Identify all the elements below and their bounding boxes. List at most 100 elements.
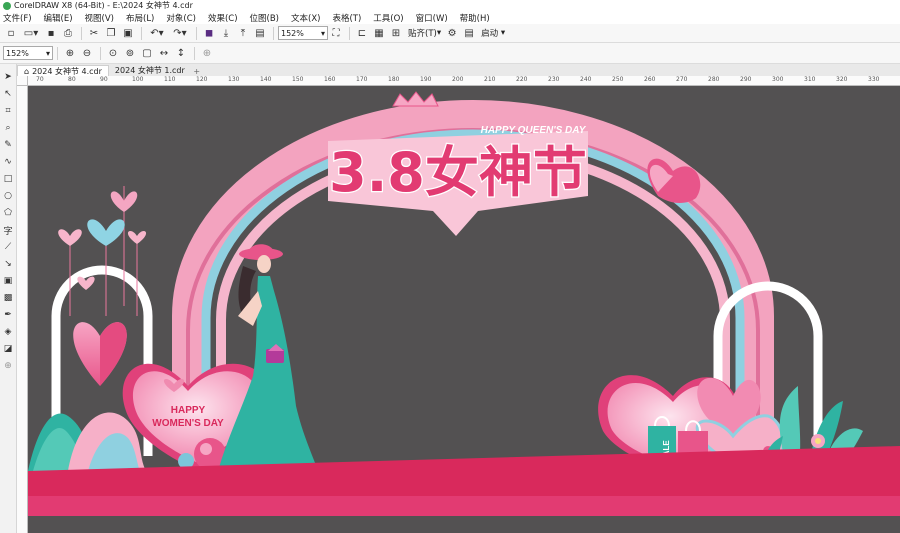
zoom-to-page-height-icon[interactable]: ↕ [173, 46, 189, 61]
toolbar-separator [141, 26, 142, 40]
launch-dropdown[interactable]: 启动 ▾ [481, 27, 505, 39]
import-icon[interactable]: ⤓ [218, 26, 234, 41]
freehand-tool-icon[interactable]: ✎ [1, 138, 15, 152]
propbar-separator [194, 46, 195, 60]
zoom-level-value: 152% [281, 28, 304, 38]
ruler-origin[interactable] [17, 76, 28, 86]
zoom-levels-select[interactable]: 152% ▾ [3, 46, 53, 60]
drop-shadow-tool-icon[interactable]: ▣ [1, 274, 15, 288]
full-screen-icon[interactable]: ⛶ [328, 26, 344, 41]
zoom-levels-value: 152% [6, 48, 29, 58]
menu-object[interactable]: 对象(C) [166, 12, 196, 24]
ruler-tick-label: 120 [196, 76, 208, 83]
show-rulers-icon[interactable]: ⊏ [354, 26, 370, 41]
menu-file[interactable]: 文件(F) [3, 12, 32, 24]
menu-tools[interactable]: 工具(O) [373, 12, 403, 24]
export-icon[interactable]: ⤒ [235, 26, 251, 41]
transparency-tool-icon[interactable]: ▩ [1, 291, 15, 305]
save-icon[interactable]: ▪ [43, 26, 59, 41]
application-launcher-icon[interactable]: ▤ [461, 26, 477, 41]
drawing-canvas[interactable]: HAPPY WOMEN'S DAY 3.8女神节 HAPPY QUEEN'S D… [28, 86, 900, 533]
search-content-icon[interactable]: ◼ [201, 26, 217, 41]
artwork[interactable]: HAPPY WOMEN'S DAY 3.8女神节 HAPPY QUEEN'S D… [28, 86, 900, 533]
toolbox: ➤ ↖ ⌗ ⌕ ✎ ∿ □ ○ ⬠ 字 ⟋ ↘ ▣ ▩ ✒ ◈ ◪ ⊕ [0, 64, 17, 533]
shape-tool-icon[interactable]: ↖ [1, 87, 15, 101]
ruler-tick-label: 220 [516, 76, 528, 83]
zoom-to-selected-icon[interactable]: ⊙ [105, 46, 121, 61]
ruler-tick-label: 90 [100, 76, 108, 83]
zoom-in-icon[interactable]: ⊕ [62, 46, 78, 61]
menu-edit[interactable]: 编辑(E) [44, 12, 73, 24]
toolbar-separator [81, 26, 82, 40]
crop-tool-icon[interactable]: ⌗ [1, 104, 15, 118]
chevron-down-icon: ▾ [45, 48, 50, 58]
ruler-tick-label: 250 [612, 76, 624, 83]
ruler-tick-label: 200 [452, 76, 464, 83]
publish-pdf-icon[interactable]: ▤ [252, 26, 268, 41]
interactive-fill-tool-icon[interactable]: ◈ [1, 325, 15, 339]
menu-window[interactable]: 窗口(W) [416, 12, 448, 24]
menu-help[interactable]: 帮助(H) [460, 12, 490, 24]
menu-text[interactable]: 文本(X) [291, 12, 320, 24]
vertical-ruler[interactable] [17, 86, 28, 533]
home-icon: ⌂ [24, 66, 30, 76]
cut-icon[interactable]: ✂ [86, 26, 102, 41]
ruler-tick-label: 270 [676, 76, 688, 83]
ruler-tick-label: 190 [420, 76, 432, 83]
ruler-tick-label: 140 [260, 76, 272, 83]
tab-document-1[interactable]: 2024 女神节 1.cdr [109, 65, 191, 76]
ruler-tick-label: 180 [388, 76, 400, 83]
zoom-to-page-width-icon[interactable]: ↔ [156, 46, 172, 61]
rectangle-tool-icon[interactable]: □ [1, 172, 15, 186]
snap-to-dropdown[interactable]: 贴齐(T) ▾ [408, 27, 441, 39]
show-guidelines-icon[interactable]: ⊞ [388, 26, 404, 41]
window-title: CorelDRAW X8 (64-Bit) - E:\2024 女神节 4.cd… [14, 1, 193, 10]
smart-fill-tool-icon[interactable]: ◪ [1, 342, 15, 356]
open-document-icon[interactable]: ▭▾ [20, 26, 42, 41]
ellipse-tool-icon[interactable]: ○ [1, 189, 15, 203]
new-document-icon[interactable]: ▫ [3, 26, 19, 41]
left-hills[interactable] [28, 412, 146, 471]
connector-tool-icon[interactable]: ↘ [1, 257, 15, 271]
ruler-tick-label: 130 [228, 76, 240, 83]
zoom-out-icon[interactable]: ⊖ [79, 46, 95, 61]
horizontal-ruler[interactable]: 70 80 90 100 110 120 130 140 150 160 170 180 190 200 2… [28, 76, 900, 86]
undo-icon[interactable]: ↶▾ [146, 26, 168, 41]
propbar-separator [57, 46, 58, 60]
text-tool-icon[interactable]: 字 [1, 223, 15, 237]
menu-table[interactable]: 表格(T) [332, 12, 361, 24]
zoom-to-all-objects-icon[interactable]: ⊚ [122, 46, 138, 61]
add-icon[interactable]: ⊕ [199, 46, 215, 61]
snap-to-label: 贴齐(T) [408, 29, 437, 39]
new-tab-icon[interactable]: + [191, 66, 203, 76]
zoom-to-page-icon[interactable]: ▢ [139, 46, 155, 61]
paste-icon[interactable]: ▣ [120, 26, 136, 41]
parallel-dimension-tool-icon[interactable]: ⟋ [1, 240, 15, 254]
stage-base [28, 516, 900, 533]
menu-layout[interactable]: 布局(L) [126, 12, 154, 24]
show-grid-icon[interactable]: ▦ [371, 26, 387, 41]
copy-icon[interactable]: ❐ [103, 26, 119, 41]
color-eyedropper-tool-icon[interactable]: ✒ [1, 308, 15, 322]
zoom-level-select[interactable]: 152% ▾ [278, 26, 328, 40]
add-tool-icon[interactable]: ⊕ [1, 359, 15, 373]
stage-front [28, 496, 900, 516]
ruler-tick-label: 70 [36, 76, 44, 83]
menu-effects[interactable]: 效果(C) [208, 12, 238, 24]
options-gear-icon[interactable]: ⚙ [444, 26, 460, 41]
pick-tool-icon[interactable]: ➤ [1, 70, 15, 84]
ruler-tick-label: 110 [164, 76, 176, 83]
standard-toolbar: ▫ ▭▾ ▪ ⎙ ✂ ❐ ▣ ↶▾ ↷▾ ◼ ⤓ ⤒ ▤ 152% ▾ ⛶ ⊏ … [0, 24, 900, 43]
redo-icon[interactable]: ↷▾ [169, 26, 191, 41]
menu-view[interactable]: 视图(V) [85, 12, 114, 24]
launch-label: 启动 [481, 29, 499, 39]
menu-bitmaps[interactable]: 位图(B) [250, 12, 279, 24]
artistic-media-tool-icon[interactable]: ∿ [1, 155, 15, 169]
print-icon[interactable]: ⎙ [60, 26, 76, 41]
chevron-down-icon: ▾ [436, 28, 442, 38]
ruler-tick-label: 80 [68, 76, 76, 83]
ruler-tick-label: 330 [868, 76, 880, 83]
polygon-tool-icon[interactable]: ⬠ [1, 206, 15, 220]
zoom-tool-icon[interactable]: ⌕ [1, 121, 15, 135]
tab-document-4[interactable]: ⌂ 2024 女神节 4.cdr [17, 65, 109, 76]
